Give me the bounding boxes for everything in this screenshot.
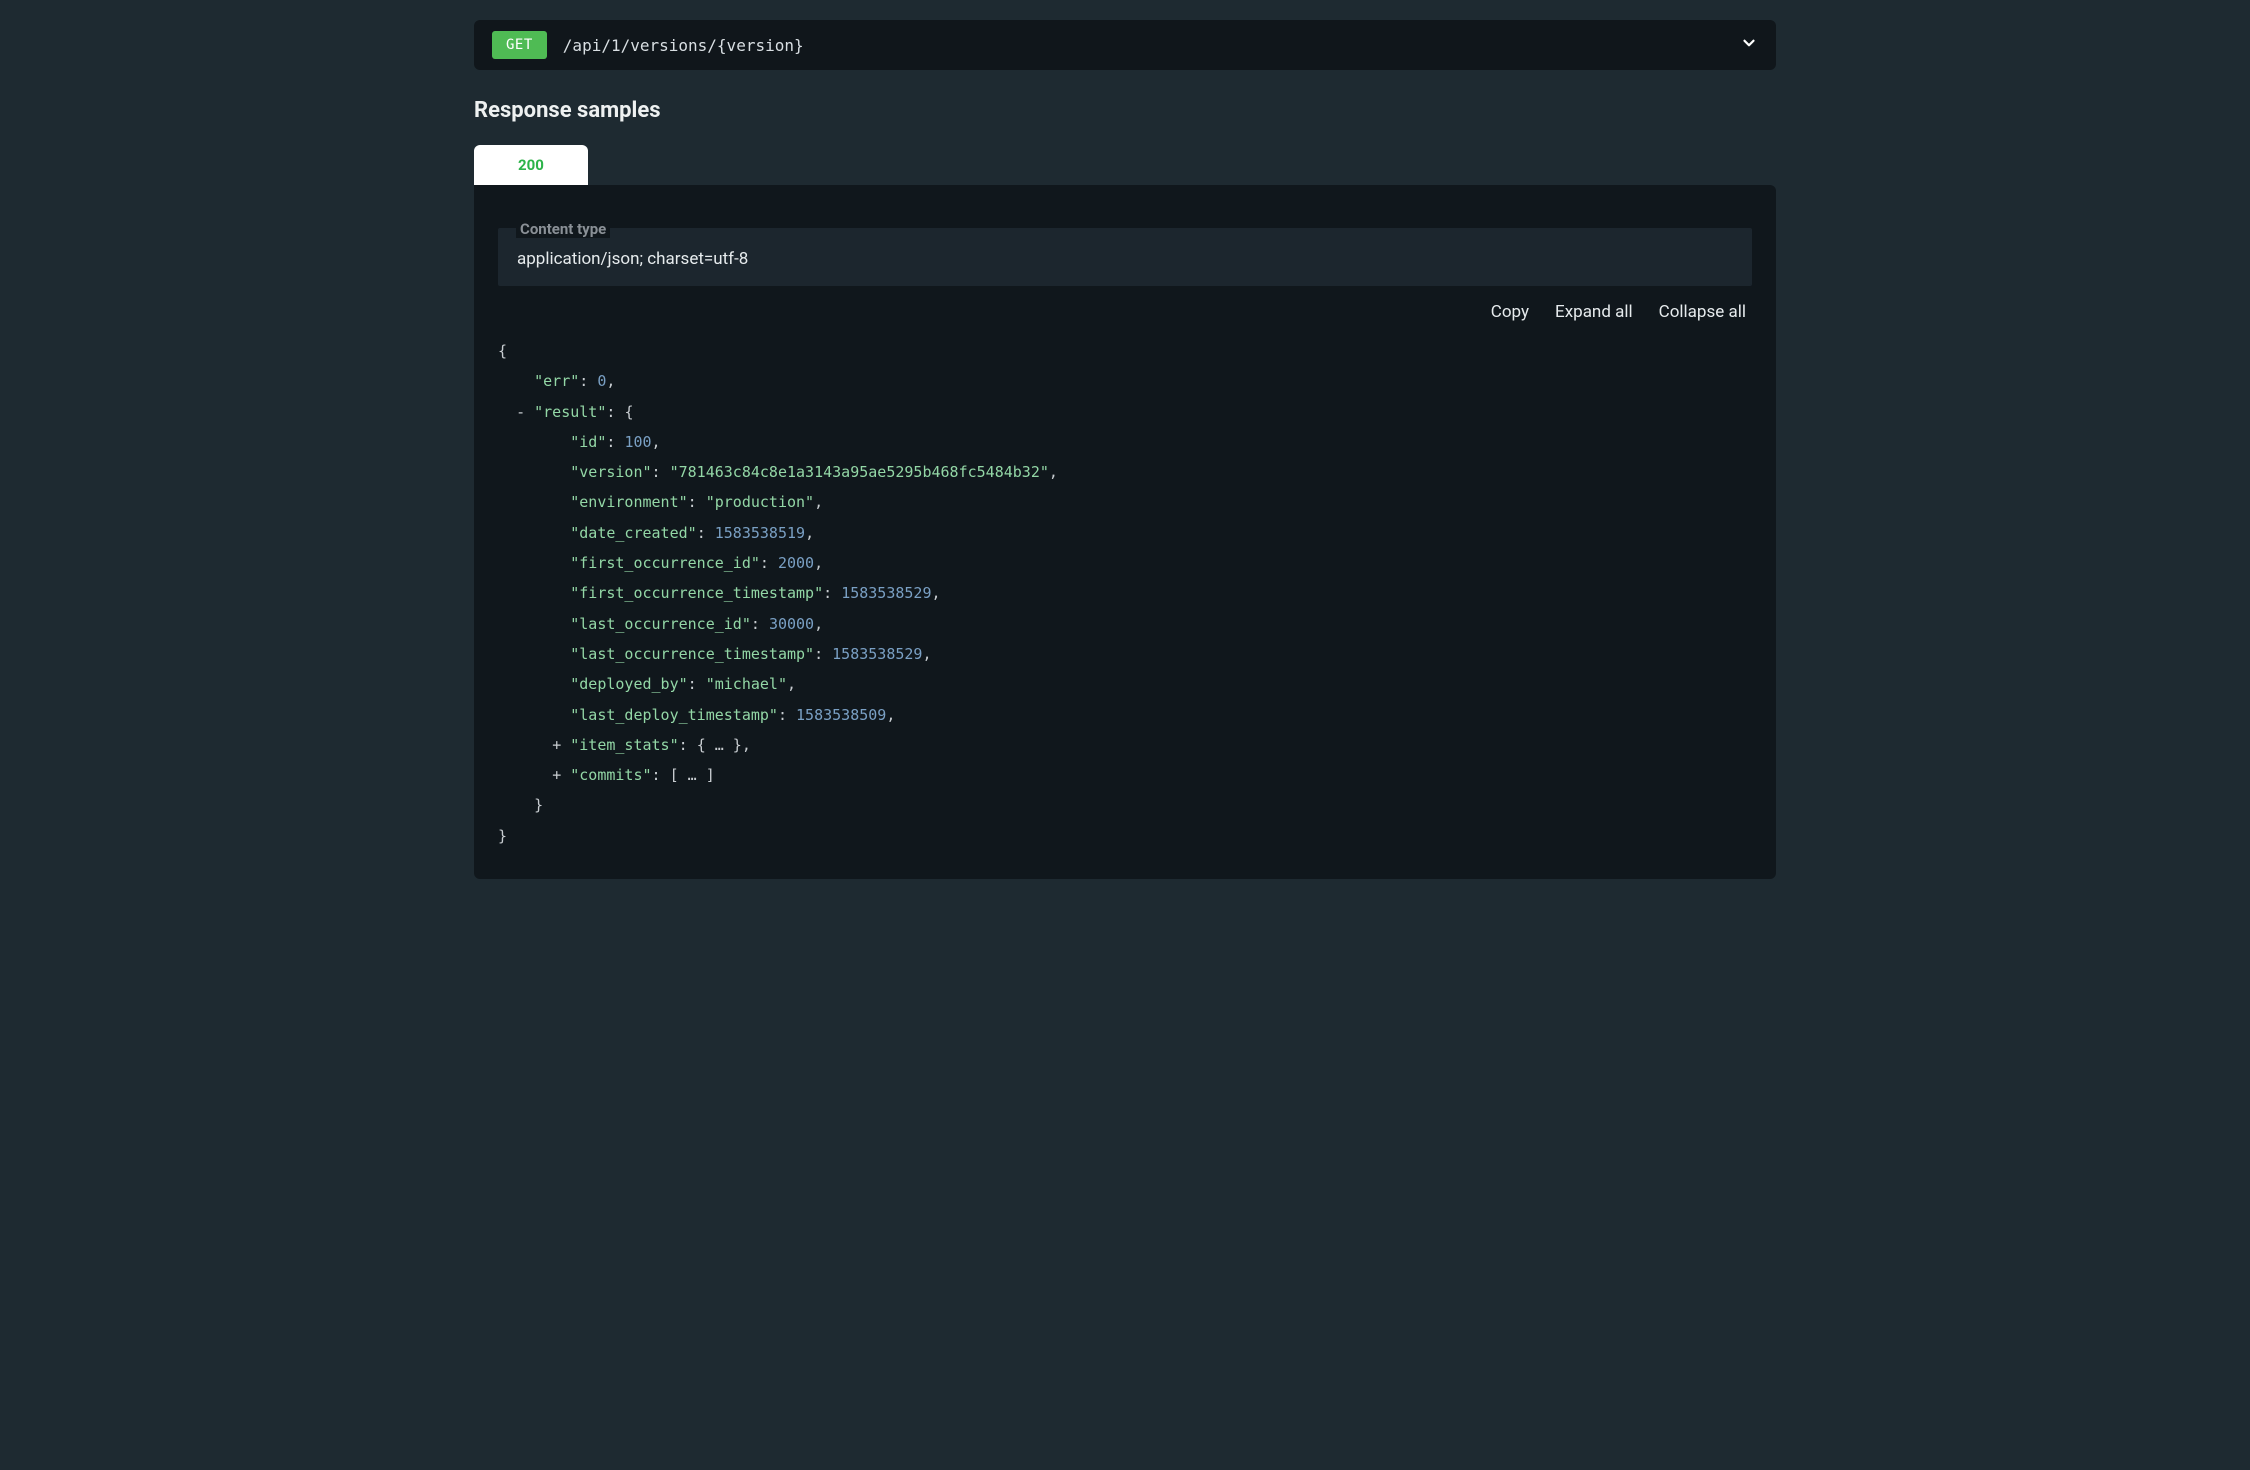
brace: {	[498, 342, 507, 360]
json-number: 1583538519	[715, 524, 805, 542]
expand-toggle[interactable]: +	[552, 766, 561, 784]
json-string: "781463c84c8e1a3143a95ae5295b468fc5484b3…	[670, 463, 1049, 481]
response-sample-panel: Content type application/json; charset=u…	[474, 185, 1776, 879]
json-key: "deployed_by"	[570, 675, 687, 693]
json-key: "first_occurrence_timestamp"	[570, 584, 823, 602]
content-type-label: Content type	[516, 220, 610, 238]
sample-actions: Copy Expand all Collapse all	[498, 302, 1752, 322]
json-key: "date_created"	[570, 524, 696, 542]
brace: }	[498, 827, 507, 845]
collapse-all-button[interactable]: Collapse all	[1659, 302, 1746, 322]
endpoint-bar[interactable]: GET /api/1/versions/{version}	[474, 20, 1776, 70]
json-number: 30000	[769, 615, 814, 633]
json-key: "last_occurrence_id"	[570, 615, 751, 633]
response-samples-heading: Response samples	[474, 98, 1776, 123]
http-method-badge: GET	[492, 31, 547, 59]
chevron-down-icon	[1740, 34, 1758, 56]
json-key: "result"	[534, 403, 606, 421]
expand-toggle[interactable]: +	[552, 736, 561, 754]
tab-200[interactable]: 200	[474, 145, 588, 185]
copy-button[interactable]: Copy	[1491, 302, 1529, 322]
json-key: "item_stats"	[570, 736, 678, 754]
content-type-value: application/json; charset=utf-8	[498, 228, 1752, 286]
collapse-toggle[interactable]: -	[516, 403, 525, 421]
collapsed-array[interactable]: [ … ]	[670, 766, 715, 784]
json-number: 100	[624, 433, 651, 451]
collapsed-object[interactable]: { … }	[697, 736, 742, 754]
json-key: "commits"	[570, 766, 651, 784]
json-key: "first_occurrence_id"	[570, 554, 760, 572]
json-key: "last_occurrence_timestamp"	[570, 645, 814, 663]
json-key: "environment"	[570, 493, 687, 511]
json-key: "id"	[570, 433, 606, 451]
json-string: "production"	[706, 493, 814, 511]
json-key: "err"	[534, 372, 579, 390]
endpoint-path: /api/1/versions/{version}	[563, 36, 1724, 55]
json-number: 1583538509	[796, 706, 886, 724]
json-number: 2000	[778, 554, 814, 572]
brace: }	[534, 796, 543, 814]
json-number: 1583538529	[832, 645, 922, 663]
json-key: "last_deploy_timestamp"	[570, 706, 778, 724]
json-number: 1583538529	[841, 584, 931, 602]
json-string: "michael"	[706, 675, 787, 693]
json-key: "version"	[570, 463, 651, 481]
expand-all-button[interactable]: Expand all	[1555, 302, 1633, 322]
json-sample: { "err": 0, - "result": { "id": 100, "ve…	[498, 336, 1752, 851]
